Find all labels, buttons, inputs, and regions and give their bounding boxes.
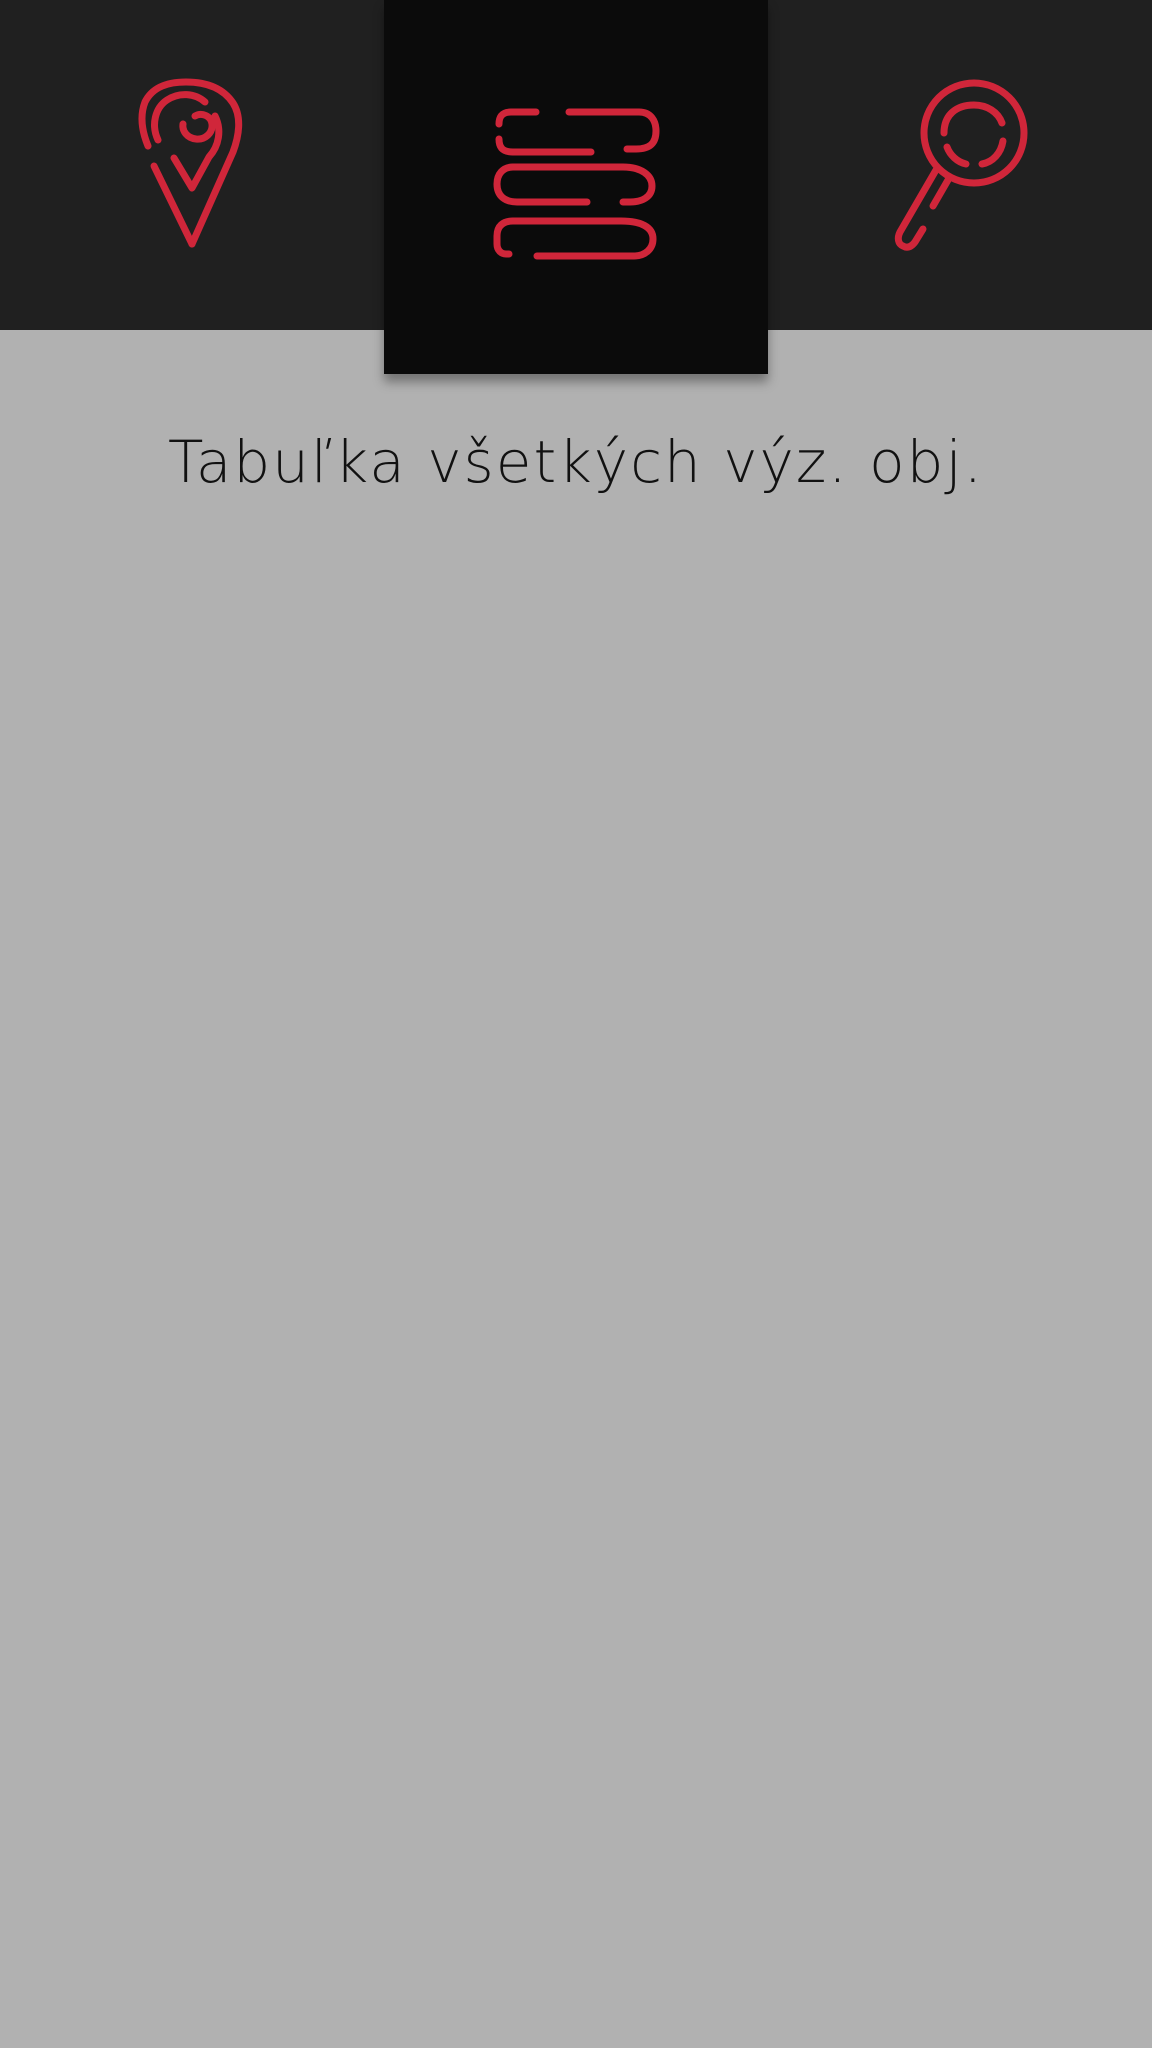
app-screen: Tabuľka všetkých výz. obj.	[0, 0, 1152, 2048]
top-navigation-bar	[0, 0, 1152, 374]
tab-search[interactable]	[768, 0, 1152, 330]
tab-map[interactable]	[0, 0, 384, 330]
map-pin-icon	[137, 78, 247, 252]
search-icon	[890, 78, 1030, 252]
tab-list[interactable]	[384, 0, 768, 374]
list-stack-icon	[491, 98, 661, 260]
page-title: Tabuľka všetkých výz. obj.	[167, 428, 985, 496]
